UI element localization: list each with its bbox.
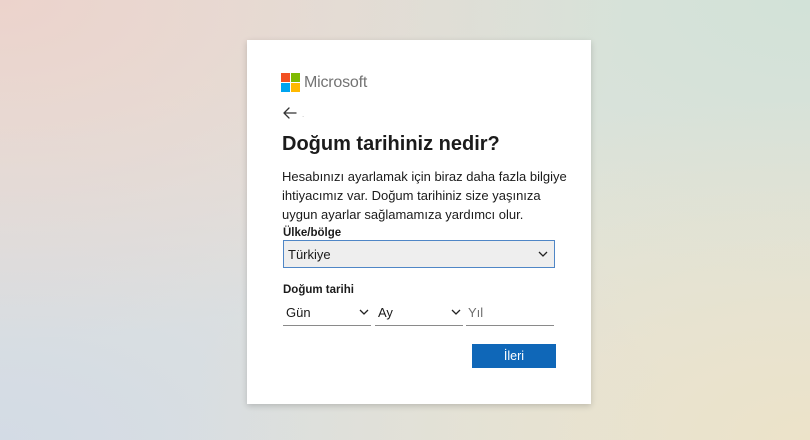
chevron-down-icon [359,309,369,315]
year-input[interactable] [466,300,554,326]
back-decoration: . [302,110,305,119]
brand-name: Microsoft [304,73,368,91]
chevron-down-icon [538,251,548,257]
day-select[interactable]: Gün [283,300,371,326]
signup-card: Microsoft . Doğum tarihiniz nedir? Hesab… [247,40,591,404]
microsoft-logo: Microsoft [281,73,367,92]
page-description: Hesabınızı ayarlamak için biraz daha faz… [282,169,567,222]
country-value: Türkiye [288,246,331,262]
country-select[interactable]: Türkiye [283,240,555,268]
country-label: Ülke/bölge [283,227,342,239]
month-select[interactable]: Ay [375,300,463,326]
chevron-down-icon [451,309,461,315]
arrow-left-icon [283,107,297,119]
microsoft-logo-icon [281,73,300,92]
back-button[interactable] [283,106,303,122]
birthdate-label: Doğum tarihi [283,284,354,296]
next-button[interactable]: İleri [472,344,556,368]
page-title: Doğum tarihiniz nedir? [282,133,500,155]
day-placeholder: Gün [286,305,311,320]
month-placeholder: Ay [378,305,393,320]
